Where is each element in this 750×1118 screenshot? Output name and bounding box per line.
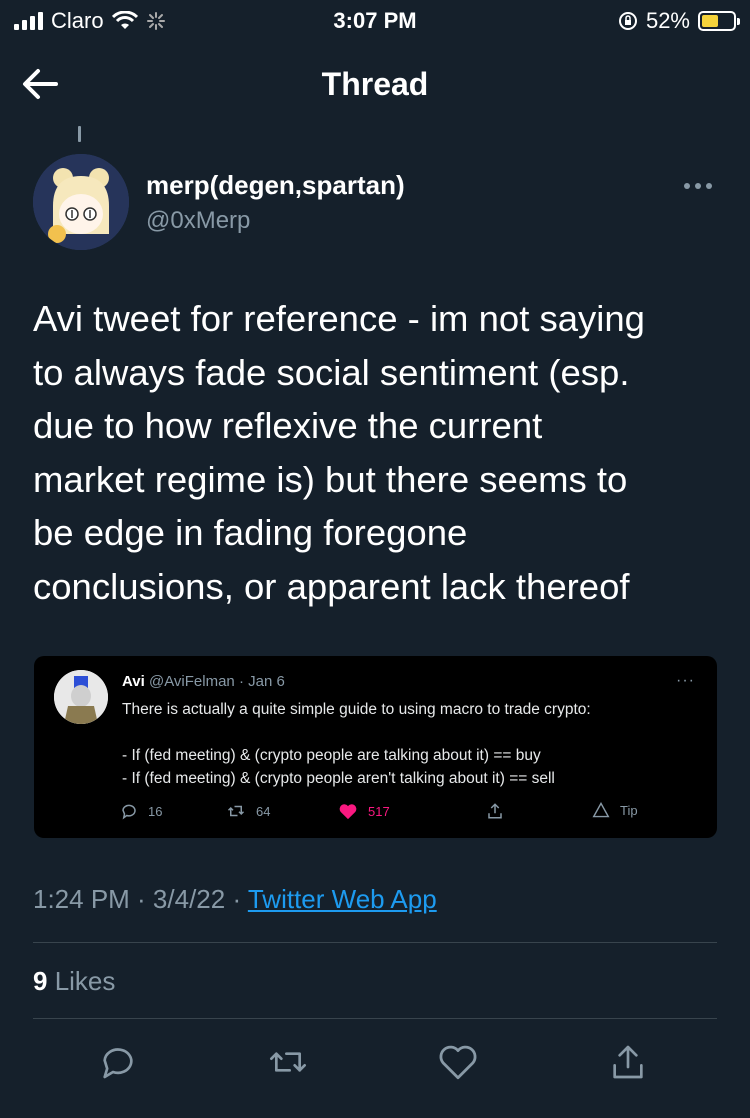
embedded-author-name: Avi (122, 673, 145, 690)
tip-icon (592, 802, 610, 818)
heart-icon (439, 1045, 477, 1080)
user-handle: @0xMerp (146, 207, 251, 234)
embedded-header: Avi @AviFelman · Jan 6 (122, 673, 285, 690)
page-title: Thread (321, 66, 429, 102)
embedded-avatar-illustration (54, 670, 108, 724)
embedded-reply-count: 16 (148, 803, 163, 819)
nav-header: Thread (0, 58, 750, 110)
tweet-timestamp: 1:24 PM · 3/4/22 · Twitter Web App (33, 884, 437, 915)
status-right: 52% (618, 8, 740, 34)
embedded-avatar (54, 670, 108, 724)
battery-icon (698, 11, 740, 31)
reply-icon (103, 1048, 133, 1079)
like-button[interactable] (436, 1040, 480, 1084)
more-dot (706, 183, 712, 189)
more-dot (695, 183, 701, 189)
embedded-author-meta: @AviFelman · Jan 6 (144, 673, 285, 690)
heart-filled-icon (339, 804, 357, 820)
reply-button[interactable] (96, 1040, 140, 1084)
embedded-more-icon: ··· (676, 672, 695, 689)
share-icon (613, 1045, 643, 1079)
divider (33, 1018, 717, 1019)
share-icon (488, 803, 502, 819)
embedded-like-count: 517 (368, 803, 390, 819)
likes-link[interactable]: 9 Likes (33, 966, 115, 997)
tweet-text: Avi tweet for reference - im not saying … (33, 298, 645, 607)
battery-percent: 52% (645, 8, 690, 33)
more-dot (684, 183, 690, 189)
embedded-share (486, 802, 504, 820)
embedded-tweet-image[interactable]: Avi @AviFelman · Jan 6 ··· There is actu… (34, 656, 717, 838)
author-info[interactable]: merp(degen,spartan) @0xMerp (146, 170, 405, 235)
display-name: merp(degen,spartan) (146, 170, 405, 200)
status-bar: Claro 3:07 PM 52% (0, 0, 750, 44)
embedded-retweet-count: 64 (256, 803, 271, 819)
thread-connector-line (78, 126, 81, 142)
avatar-illustration (33, 154, 129, 250)
embedded-tweet-text: There is actually a quite simple guide t… (122, 701, 591, 787)
likes-count: 9 (33, 966, 48, 996)
source-link[interactable]: Twitter Web App (248, 884, 437, 914)
avatar[interactable] (33, 154, 129, 250)
embedded-actions: 16 64 517 Tip (120, 802, 660, 822)
embedded-tip: Tip (592, 802, 638, 818)
retweet-button[interactable] (266, 1040, 310, 1084)
likes-label: Likes (47, 966, 116, 996)
reply-icon (122, 804, 136, 820)
rotation-lock-icon (618, 12, 637, 30)
embedded-tip-label: Tip (620, 802, 638, 818)
embedded-reply: 16 (120, 802, 162, 820)
more-options-button[interactable] (678, 176, 718, 196)
embedded-like: 517 (338, 802, 390, 820)
timestamp-text: 1:24 PM · 3/4/22 · (33, 884, 248, 914)
tweet-actions (0, 1040, 750, 1084)
divider (33, 942, 717, 943)
battery-fill (702, 15, 718, 27)
retweet-icon (227, 805, 245, 817)
embedded-retweet: 64 (226, 802, 270, 820)
retweet-icon (270, 1052, 306, 1072)
share-button[interactable] (606, 1040, 650, 1084)
